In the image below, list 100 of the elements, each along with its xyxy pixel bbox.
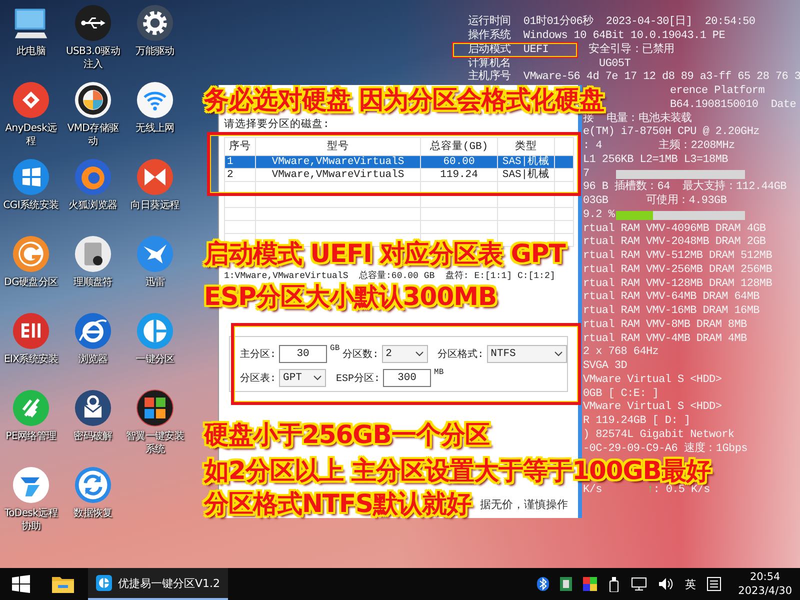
dropdown[interactable]: NTFS <box>486 344 567 362</box>
info-text: e(TM) i7-8750H CPU @ 2.20GHz <box>583 127 760 138</box>
icon-label[interactable]: 此电脑 <box>16 45 46 58</box>
icon-label[interactable]: CGI系统安装 <box>3 199 59 212</box>
icon-label[interactable]: USB3.0驱动注入 <box>63 45 123 71</box>
bars-icon[interactable] <box>12 312 50 350</box>
info-text: 操作系统 Windows 10 64Bit 10.0.19043.1 PE <box>468 31 726 42</box>
info-text: -0C-29-09-C9-A6 速度：1Gbps <box>583 444 748 455</box>
info-text: L1 256KB L2=1MB L3=18MB <box>583 154 728 166</box>
field-label: 分区表: <box>240 372 276 384</box>
four-panes-icon[interactable] <box>12 158 50 196</box>
stripes-icon[interactable] <box>12 389 50 427</box>
envelope-icon[interactable] <box>74 389 112 427</box>
table-cell: 2 <box>224 168 256 182</box>
pie-icon <box>96 575 112 591</box>
table-row[interactable]: 2 VMware,VMwareVirtualS 119.24 SAS|机械 <box>224 168 574 182</box>
bird-icon[interactable] <box>136 235 174 273</box>
table-cell: VMware,VMwareVirtualS <box>256 156 420 168</box>
taskbar-app-button[interactable]: 优捷易一键分区V1.2 <box>88 568 228 600</box>
info-text: : 4 主频：2208MHz <box>583 141 735 152</box>
color-grid-icon[interactable] <box>583 577 598 591</box>
network-icon[interactable] <box>631 577 648 591</box>
unit-label: MB <box>434 368 444 377</box>
usb-drive-icon[interactable] <box>608 576 620 592</box>
tiles-icon[interactable] <box>136 389 174 427</box>
caret-icon <box>313 374 322 380</box>
sync-icon[interactable] <box>74 466 112 504</box>
table-cell: 60.00 <box>420 156 498 168</box>
icon-label[interactable]: VMD存储驱动 <box>63 122 123 148</box>
icon-label[interactable]: AnyDesk远程 <box>1 122 61 148</box>
arc-icon[interactable] <box>12 235 50 273</box>
info-text: 运行时间 01时01分06秒 2023-04-30[日] 20:54:50 <box>468 17 756 28</box>
clock-time[interactable]: 20:54 <box>750 570 780 584</box>
clock-date[interactable]: 2023/4/30 <box>738 584 792 598</box>
volume-icon[interactable] <box>658 577 674 591</box>
input-method-indicator[interactable]: 英 <box>685 576 696 592</box>
info-text: 0GB [ C:E: ] <box>583 388 659 400</box>
icon-label[interactable]: 万能驱动 <box>136 45 174 58</box>
summary-text: 1:VMware,VMwareVirtualS 总容量:60.00 GB 盘符: E:[1:1] C:[1:2] <box>224 271 556 281</box>
table-cell: SAS|机械 <box>498 168 554 182</box>
field-label: 分区数: <box>342 348 379 360</box>
up-arrow: ↑ <box>646 484 654 496</box>
flame-icon[interactable] <box>74 158 112 196</box>
table-row[interactable]: 1 VMware,VMwareVirtualS 60.00 SAS|机械 <box>224 156 574 168</box>
color-ring-icon[interactable] <box>74 81 112 119</box>
info-text: rtual RAM VMV-64MB DRAM 64MB <box>583 292 760 304</box>
icon-label[interactable]: 无线上网 <box>136 122 174 135</box>
info-text: rtual RAM VMV-4MB DRAM 4MB <box>583 334 747 345</box>
info-text: K/s <box>583 484 602 496</box>
icon-label[interactable]: 理顺盘符 <box>74 276 112 289</box>
table-cell: 119.24 <box>420 168 498 182</box>
tray-app-icon[interactable] <box>560 577 572 591</box>
info-text: 2 x 768 64Hz <box>583 347 659 358</box>
pie-icon[interactable] <box>136 312 174 350</box>
arrows-icon[interactable] <box>12 466 50 504</box>
keyboard-icon[interactable] <box>707 577 722 591</box>
info-text: SVGA 3D <box>583 361 628 372</box>
table-cell: 1 <box>224 156 256 168</box>
warning-text: 据无价，谨慎操作 <box>480 498 568 512</box>
wifi-icon[interactable] <box>136 81 174 119</box>
info-text: rtual RAM VMV-4096MB DRAM 4GB <box>583 224 766 235</box>
info-text: rtual RAM VMV-8MB DRAM 8MB <box>583 320 747 331</box>
column-header: 型号 <box>256 138 420 156</box>
caret-icon <box>554 350 563 356</box>
folder-icon[interactable] <box>52 575 74 593</box>
caret-icon <box>414 350 424 356</box>
field-label: 分区格式: <box>438 348 484 360</box>
bowtie-icon[interactable] <box>136 158 174 196</box>
info-text: 03GB 可使用：4.93GB <box>583 196 727 208</box>
info-text: 主机序号 VMware-56 4d 7e 17 12 d8 89 a3-ff 65 28 76 3 <box>468 72 800 84</box>
disk-icon[interactable] <box>74 235 112 273</box>
icon-label[interactable]: DG硬盘分区 <box>4 276 58 289</box>
info-text: : 0.5 K/s <box>653 484 710 496</box>
info-text: R 119.24GB [ D: ] <box>583 416 690 428</box>
info-text: rtual RAM VMV-256MB DRAM 256MB <box>583 264 772 276</box>
annotation-text: ESP分区大小默认300MB <box>204 283 497 310</box>
gear-icon[interactable] <box>136 4 174 42</box>
info-text: 7 <box>583 168 590 180</box>
field-label: 主分区: <box>240 348 276 360</box>
column-header: 总容量(GB) <box>420 138 498 156</box>
field-label: ESP分区: <box>336 372 380 384</box>
windows-logo-icon[interactable] <box>12 575 30 593</box>
info-text: VMware Virtual S <HDD> <box>583 374 722 386</box>
swoosh-icon[interactable] <box>74 312 112 350</box>
input-field[interactable]: 30 <box>279 344 328 362</box>
info-text: rtual RAM VMV-128MB DRAM 128MB <box>583 278 772 290</box>
icon-label[interactable]: 火狐浏览器 <box>68 199 118 212</box>
prompt-text: 请选择要分区的磁盘: <box>224 119 330 131</box>
icon-label[interactable]: 向日葵远程 <box>130 199 180 212</box>
info-text: 安全引导：已禁用 <box>588 44 674 56</box>
dropdown[interactable]: 2 <box>382 344 428 362</box>
bluetooth-icon[interactable] <box>537 577 550 591</box>
info-text: rtual RAM VMV-16MB DRAM 16MB <box>583 306 760 318</box>
input-field[interactable]: 300 <box>383 368 432 386</box>
usb-icon[interactable] <box>74 4 112 42</box>
info-text: erence Platform <box>670 86 765 98</box>
dropdown[interactable]: GPT <box>279 368 326 386</box>
column-header: 序号 <box>224 138 256 156</box>
table-cell: VMware,VMwareVirtualS <box>256 168 420 182</box>
info-text: 9.2 % <box>583 210 615 221</box>
